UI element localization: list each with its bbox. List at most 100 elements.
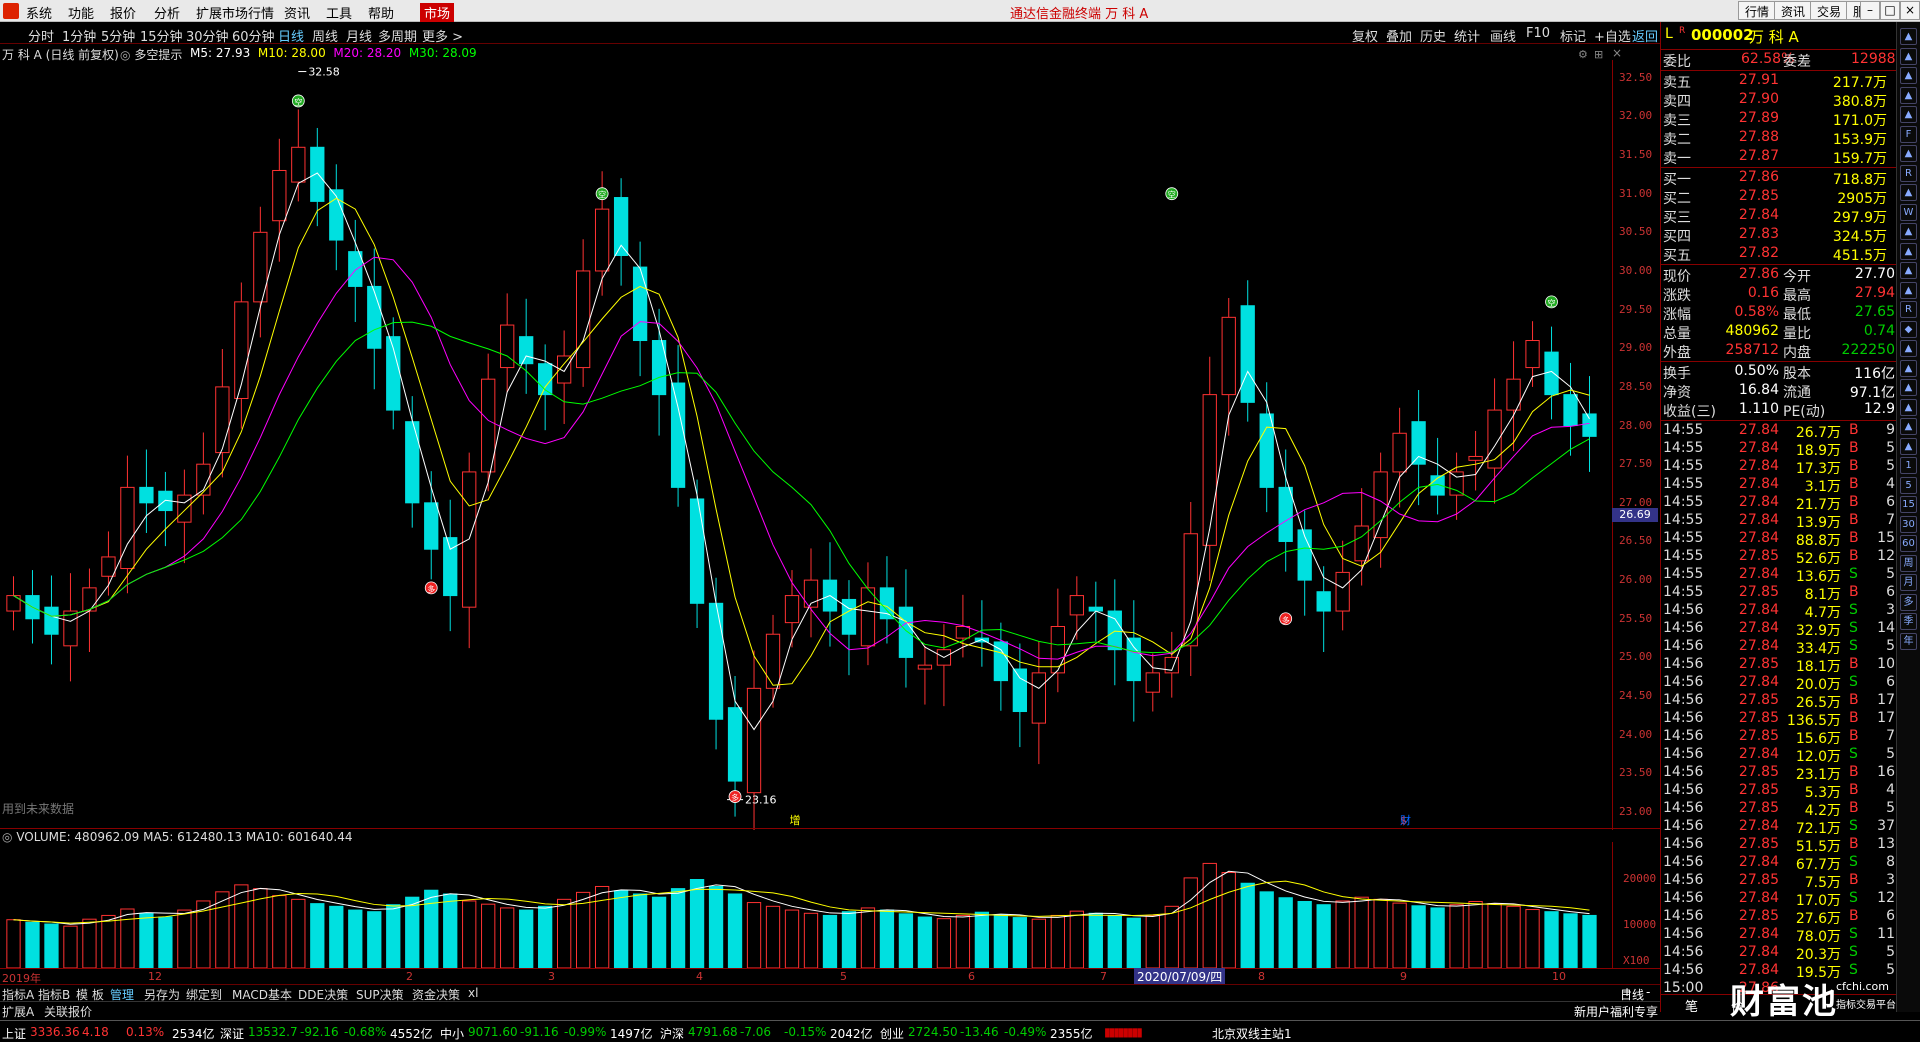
sidebar-tool-icon[interactable]: ▲ <box>1900 262 1917 279</box>
period-more[interactable]: 更多 > <box>422 26 463 45</box>
menu-market[interactable]: 市场 <box>420 3 455 22</box>
promo-link[interactable]: 新用户福利专享 <box>1574 1003 1658 1020</box>
sidebar-tool-icon[interactable]: ▲ <box>1900 106 1917 123</box>
volume-chart[interactable] <box>0 842 1612 968</box>
candle <box>6 576 21 631</box>
sidebar-tool-icon[interactable]: W <box>1900 203 1917 221</box>
period-weekly[interactable]: 周线 <box>312 26 338 45</box>
tool-history[interactable]: 历史 <box>1420 26 1446 45</box>
tool-stats[interactable]: 统计 <box>1454 26 1480 45</box>
btn-market[interactable]: 行情 <box>1738 1 1777 20</box>
tool-mark[interactable]: 标记 <box>1560 26 1586 45</box>
menu-news[interactable]: 资讯 <box>284 3 310 22</box>
candle <box>120 455 135 594</box>
volume-bar <box>63 925 78 968</box>
sidebar-tool-icon[interactable]: ▲ <box>1900 47 1917 65</box>
period-1min[interactable]: 1分钟 <box>62 26 96 45</box>
period-60min[interactable]: 60分钟 <box>232 26 275 45</box>
event-marker[interactable]: 增 <box>790 813 801 827</box>
close-icon[interactable]: × <box>1900 1 1920 20</box>
tool-fuquan[interactable]: 复权 <box>1352 26 1378 45</box>
volume-bar <box>101 914 116 968</box>
period-daily[interactable]: 日线 <box>278 26 304 45</box>
sidebar-tool-icon[interactable]: 年 <box>1900 632 1917 650</box>
sidebar-tool-icon[interactable]: R <box>1900 164 1917 182</box>
period-fenshi[interactable]: 分时 <box>28 26 54 45</box>
maximize-icon[interactable]: □ <box>1880 1 1900 20</box>
menu-help[interactable]: 帮助 <box>368 3 394 22</box>
index-2-field: 4552亿 <box>390 1027 433 1041</box>
tab-related-quote[interactable]: 关联报价 <box>44 1003 92 1020</box>
tool-draw[interactable]: 画线 <box>1490 26 1516 45</box>
index-2-field: 深证 <box>220 1027 245 1041</box>
sidebar-tool-icon[interactable]: R <box>1900 301 1917 318</box>
footer-bi[interactable]: 笔 <box>1685 996 1698 1015</box>
chart-close-icon[interactable]: × <box>1612 46 1622 60</box>
sidebar-tool-icon[interactable]: ▲ <box>1900 145 1917 162</box>
tool-add-watch[interactable]: +自选 <box>1594 26 1631 45</box>
server-label[interactable]: 北京双线主站1 <box>1212 1025 1292 1042</box>
volume-bar <box>272 895 287 968</box>
sidebar-tool-icon[interactable]: ▲ <box>1900 223 1917 240</box>
tool-back[interactable]: 返回 <box>1632 26 1658 45</box>
event-marker[interactable]: 财 <box>1400 813 1411 827</box>
sidebar-tool-icon[interactable]: 30 <box>1900 515 1917 533</box>
sidebar-tool-icon[interactable]: ▲ <box>1900 340 1917 357</box>
sidebar-tool-icon[interactable]: 5 <box>1900 476 1917 494</box>
menu-function[interactable]: 功能 <box>68 3 94 22</box>
period-5min[interactable]: 5分钟 <box>101 26 135 45</box>
sidebar-tool-icon[interactable]: 15 <box>1900 496 1917 513</box>
btn-info[interactable]: 资讯 <box>1774 1 1813 20</box>
menu-ext-market[interactable]: 扩展市场行情 <box>196 3 274 22</box>
sidebar-tool-icon[interactable]: ◆ <box>1900 320 1917 338</box>
sidebar-tool-icon[interactable]: 周 <box>1900 554 1917 572</box>
candle <box>519 298 534 394</box>
minimize-icon[interactable]: – <box>1860 1 1880 20</box>
tool-overlay[interactable]: 叠加 <box>1386 26 1412 45</box>
btn-trade[interactable]: 交易 <box>1810 1 1849 20</box>
sidebar-tool-icon[interactable]: ▲ <box>1900 379 1917 396</box>
sidebar-tool-icon[interactable]: ▲ <box>1900 86 1917 104</box>
sidebar-tool-icon[interactable]: ▲ <box>1900 398 1917 416</box>
tick-row: 14:55 27.84 13.9万 B 7 <box>1663 512 1895 531</box>
sidebar-tool-icon[interactable]: F <box>1900 125 1917 143</box>
sidebar-tool-icon[interactable]: ▲ <box>1900 242 1917 260</box>
period-multi[interactable]: 多周期 <box>378 26 417 45</box>
menu-system[interactable]: 系统 <box>26 3 52 22</box>
volume-bar <box>1145 914 1160 968</box>
menu-tools[interactable]: 工具 <box>326 3 352 22</box>
zoom-in-button[interactable]: + <box>1622 985 1632 999</box>
volume-axis: 20000 10000 X100 <box>1612 842 1660 968</box>
tab-xl[interactable]: xl <box>468 986 478 1000</box>
sidebar-tool-icon[interactable]: ▲ <box>1900 28 1917 45</box>
menu-analysis[interactable]: 分析 <box>154 3 180 22</box>
period-monthly[interactable]: 月线 <box>346 26 372 45</box>
sidebar-tool-icon[interactable]: 多 <box>1900 593 1917 611</box>
sidebar-tool-icon[interactable]: ▲ <box>1900 437 1917 455</box>
volume-bar <box>879 909 895 968</box>
zoom-out-button[interactable]: - <box>1646 985 1650 999</box>
sidebar-tool-icon[interactable]: ▲ <box>1900 281 1917 299</box>
index-1-field: 4.18 <box>82 1025 109 1039</box>
period-15min[interactable]: 15分钟 <box>140 26 183 45</box>
sidebar-tool-icon[interactable]: ▲ <box>1900 418 1917 435</box>
bid-row: 买五 27.82 451.5万 <box>1663 245 1887 264</box>
sidebar-tool-icon[interactable]: 60 <box>1900 535 1917 552</box>
index-5-field: -13.46 <box>960 1025 999 1039</box>
sidebar-tool-icon[interactable]: ▲ <box>1900 359 1917 377</box>
sidebar-tool-icon[interactable]: 季 <box>1900 613 1917 630</box>
menu-quote[interactable]: 报价 <box>110 3 136 22</box>
sidebar-tool-icon[interactable]: 1 <box>1900 457 1917 474</box>
tab-ext-a[interactable]: 扩展A <box>2 1003 34 1020</box>
svg-text:空: 空 <box>598 190 606 200</box>
stat-row: 收益(三) 1.110 PE(动) 12.9 <box>1663 401 1895 420</box>
stat-row: 外盘 258712 内盘 222250 <box>1663 342 1895 361</box>
sidebar-tool-icon[interactable]: ▲ <box>1900 184 1917 201</box>
tool-f10[interactable]: F10 <box>1526 26 1550 41</box>
volume-bar <box>1335 900 1350 968</box>
sidebar-tool-icon[interactable]: 月 <box>1900 574 1917 591</box>
candlestick-chart[interactable]: 32.5823.16空空 空空多多多增 $财 <box>0 60 1612 830</box>
tick-row: 14:56 27.85 15.6万 B 7 <box>1663 728 1895 747</box>
period-30min[interactable]: 30分钟 <box>186 26 229 45</box>
sidebar-tool-icon[interactable]: ▲ <box>1900 67 1917 84</box>
